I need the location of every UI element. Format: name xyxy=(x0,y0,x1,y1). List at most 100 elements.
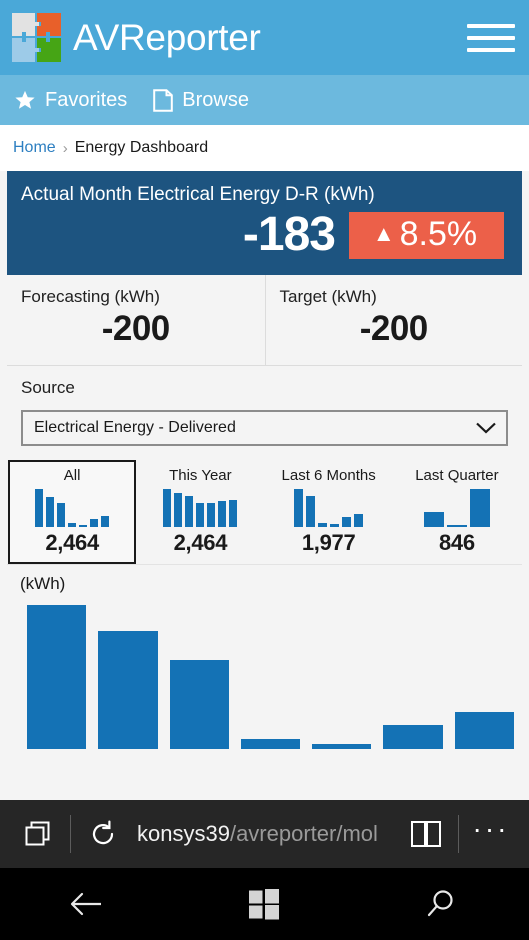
chart-bar xyxy=(312,743,372,750)
page-icon xyxy=(153,88,174,112)
kpi-card-value: -200 xyxy=(359,309,429,349)
more-ellipsis-icon[interactable]: ··· xyxy=(465,808,517,860)
sparkline-bar xyxy=(207,503,216,528)
refresh-icon[interactable] xyxy=(77,808,129,860)
nav-item-browse[interactable]: Browse xyxy=(153,89,249,112)
system-nav-bar xyxy=(0,868,529,940)
main-bar-chart: (kWh) xyxy=(7,564,522,758)
range-tile-this-year[interactable]: This Year 2,464 xyxy=(136,460,265,565)
kpi-hero-card: Actual Month Electrical Energy D-R (kWh)… xyxy=(7,171,522,276)
sparkline-bar xyxy=(35,489,44,528)
range-tile-value: 846 xyxy=(438,530,475,556)
sparkline-bar xyxy=(101,516,110,528)
sparkline-bar xyxy=(354,514,364,528)
kpi-hero-row: -183 ▲ 8.5% xyxy=(21,208,508,261)
source-label: Source xyxy=(21,378,75,398)
range-tile-label: Last 6 Months xyxy=(281,467,376,485)
sparkline-chart xyxy=(144,487,256,528)
dashboard-content: Actual Month Electrical Energy D-R (kWh)… xyxy=(0,171,529,800)
kpi-card-value: -200 xyxy=(101,309,171,349)
range-tile-all[interactable]: All 2,464 xyxy=(8,460,137,565)
sparkline-bar xyxy=(174,493,183,528)
hamburger-line xyxy=(467,47,515,52)
kpi-card-target: Target (kWh) -200 xyxy=(264,275,523,366)
secondary-nav: Favorites Browse xyxy=(0,75,529,125)
kpi-delta-value: 8.5% xyxy=(399,214,478,253)
kpi-hero-value: -183 xyxy=(242,208,336,261)
book-icon[interactable] xyxy=(400,808,452,860)
breadcrumb-home-link[interactable]: Home xyxy=(13,139,56,157)
range-tile-value: 2,464 xyxy=(173,530,228,556)
sparkline-bar xyxy=(57,503,66,528)
kpi-delta-badge: ▲ 8.5% xyxy=(349,211,504,259)
sparkline-bar xyxy=(446,525,467,528)
chart-bar xyxy=(169,660,229,750)
kpi-hero-title: Actual Month Electrical Energy D-R (kWh) xyxy=(21,184,375,205)
sparkline-chart xyxy=(273,487,385,528)
app-header: AVReporter xyxy=(0,0,529,75)
hamburger-line xyxy=(467,23,515,28)
sparkline-bar xyxy=(68,523,77,528)
source-select[interactable]: Electrical Energy - Delivered xyxy=(21,410,508,447)
kpi-card-forecasting: Forecasting (kWh) -200 xyxy=(7,275,265,365)
range-tile-last-quarter[interactable]: Last Quarter 846 xyxy=(392,460,521,565)
chrome-divider xyxy=(70,815,71,853)
sparkline-bar xyxy=(330,524,340,528)
avreporter-logo-icon xyxy=(10,11,63,64)
source-selector-block: Source Electrical Energy - Delivered xyxy=(7,366,522,461)
breadcrumb-separator-icon: › xyxy=(62,139,68,157)
more-ellipsis-label: ··· xyxy=(472,812,510,844)
sparkline-bar xyxy=(218,501,227,528)
sparkline-bar xyxy=(342,517,352,528)
url-bar[interactable]: konsys39/avreporter/mol xyxy=(129,821,400,847)
kpi-card-label: Forecasting (kWh) xyxy=(21,287,160,307)
chart-bar xyxy=(240,739,301,750)
chart-unit-label: (kWh) xyxy=(20,574,66,594)
browser-chrome-bar: konsys39/avreporter/mol ··· xyxy=(0,800,529,868)
kpi-card-label: Target (kWh) xyxy=(279,287,377,307)
range-tile-label: Last Quarter xyxy=(415,467,499,485)
sparkline-chart xyxy=(401,487,513,528)
hamburger-menu-icon[interactable] xyxy=(467,20,515,56)
kpi-secondary-row: Forecasting (kWh) -200 Target (kWh) -200 xyxy=(7,275,523,367)
breadcrumb-current-page: Energy Dashboard xyxy=(74,139,209,156)
sparkline-bar xyxy=(469,489,490,528)
chart-bar xyxy=(98,631,158,750)
tabs-icon[interactable] xyxy=(12,808,64,860)
url-host: konsys39 xyxy=(137,821,230,846)
phone-screen: AVReporter Favorites Browse Home › Energ… xyxy=(0,0,529,940)
windows-start-icon[interactable] xyxy=(219,876,309,932)
sparkline-bar xyxy=(46,497,55,528)
chart-bar xyxy=(454,711,514,750)
sparkline-bar xyxy=(185,496,194,528)
chart-plot-area xyxy=(27,605,514,750)
brand-title: AVReporter xyxy=(73,17,261,58)
range-tile-label: This Year xyxy=(169,467,232,485)
nav-item-favorites[interactable]: Favorites xyxy=(14,89,127,112)
sparkline-bar xyxy=(163,489,172,528)
hamburger-line xyxy=(467,35,515,40)
sparkline-bar xyxy=(79,525,88,528)
chart-bar xyxy=(27,605,87,750)
chart-bar xyxy=(383,724,443,750)
sparkline-bar xyxy=(318,523,328,528)
nav-item-label: Browse xyxy=(182,88,249,111)
sparkline-chart xyxy=(16,487,128,528)
range-tile-value: 2,464 xyxy=(45,530,99,556)
sparkline-bar xyxy=(196,503,205,528)
search-icon[interactable] xyxy=(396,876,486,932)
range-tile-row: All 2,464 This Year 2,464 Last 6 Months … xyxy=(7,460,522,565)
sparkline-bar xyxy=(294,489,304,528)
range-tile-value: 1,977 xyxy=(301,530,356,556)
star-icon xyxy=(14,89,36,111)
url-path: /avreporter/mol xyxy=(229,821,378,846)
range-tile-label: All xyxy=(63,467,81,485)
source-select-value: Electrical Energy - Delivered xyxy=(34,419,236,437)
nav-item-label: Favorites xyxy=(45,88,128,111)
chrome-divider xyxy=(458,815,459,853)
chevron-down-icon xyxy=(475,421,497,435)
range-tile-last-6-months[interactable]: Last 6 Months 1,977 xyxy=(264,460,393,565)
sparkline-bar xyxy=(423,512,444,528)
delta-up-arrow-icon: ▲ xyxy=(372,221,395,247)
back-arrow-icon[interactable] xyxy=(43,876,133,932)
